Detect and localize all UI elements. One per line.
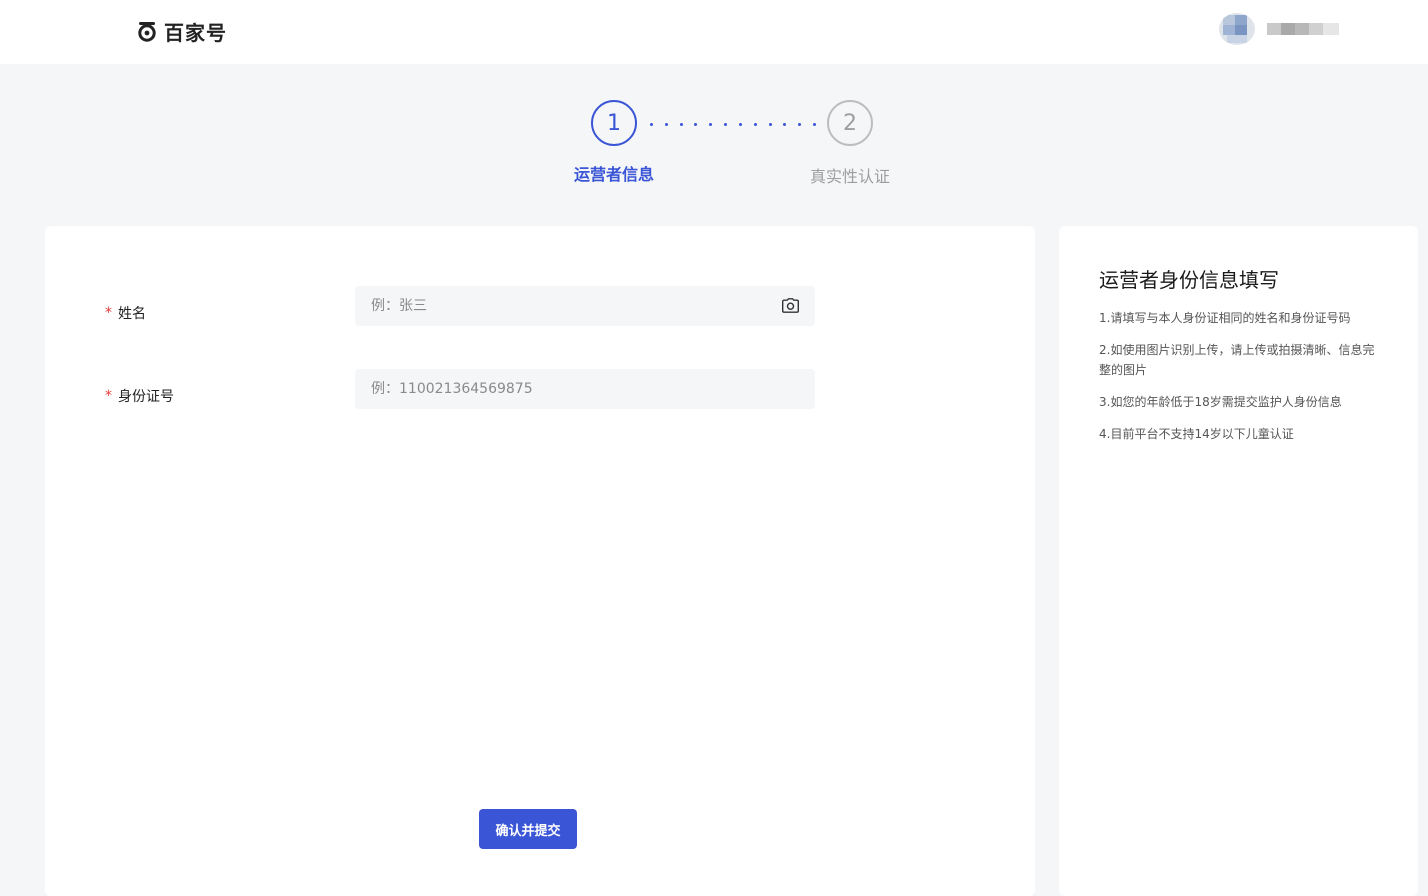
top-bar: 百家号: [0, 0, 1428, 64]
id-number-input[interactable]: [371, 381, 799, 397]
required-mark: *: [105, 305, 112, 321]
user-menu[interactable]: [1219, 12, 1339, 46]
baijiahao-logo-icon: [136, 20, 158, 42]
step-2-circle: 2: [827, 100, 873, 146]
camera-icon[interactable]: [782, 298, 799, 313]
instructions-title: 运营者身份信息填写: [1099, 268, 1279, 292]
username-blurred[interactable]: [1267, 23, 1339, 35]
step-2-label: 真实性认证: [810, 167, 891, 186]
required-mark: *: [105, 388, 112, 404]
name-field-wrapper: [355, 286, 815, 326]
id-number-label-text: 身份证号: [118, 389, 174, 405]
name-label-text: 姓名: [118, 306, 146, 322]
instructions-panel: 运营者身份信息填写 1.请填写与本人身份证相同的姓名和身份证号码 2.如使用图片…: [1059, 226, 1418, 896]
instruction-item: 3.如您的年龄低于18岁需提交监护人身份信息: [1099, 395, 1342, 409]
confirm-submit-button[interactable]: 确认并提交: [479, 809, 577, 849]
step-1-label: 运营者信息: [574, 165, 655, 184]
avatar[interactable]: [1219, 13, 1255, 45]
instruction-item: 1.请填写与本人身份证相同的姓名和身份证号码: [1099, 311, 1351, 325]
progress-steps: 1 2 运营者信息 真实性认证: [0, 100, 1428, 190]
instruction-item: 4.目前平台不支持14岁以下儿童认证: [1099, 427, 1294, 441]
step-1-circle: 1: [591, 100, 637, 146]
name-input[interactable]: [371, 298, 799, 314]
instruction-item: 2.如使用图片识别上传，请上传或拍摄清晰、信息完整的图片: [1099, 343, 1375, 377]
id-number-label: * 身份证号: [105, 386, 174, 406]
name-label: * 姓名: [105, 303, 146, 323]
operator-info-form: * 姓名 * 身份证号 确认并提交: [45, 226, 1035, 896]
logo-text: 百家号: [164, 20, 227, 45]
id-number-field-wrapper: [355, 369, 815, 409]
instructions-list: 1.请填写与本人身份证相同的姓名和身份证号码 2.如使用图片识别上传，请上传或拍…: [1099, 308, 1384, 456]
baijiahao-logo[interactable]: 百家号: [136, 17, 227, 45]
step-connector: [650, 122, 816, 126]
